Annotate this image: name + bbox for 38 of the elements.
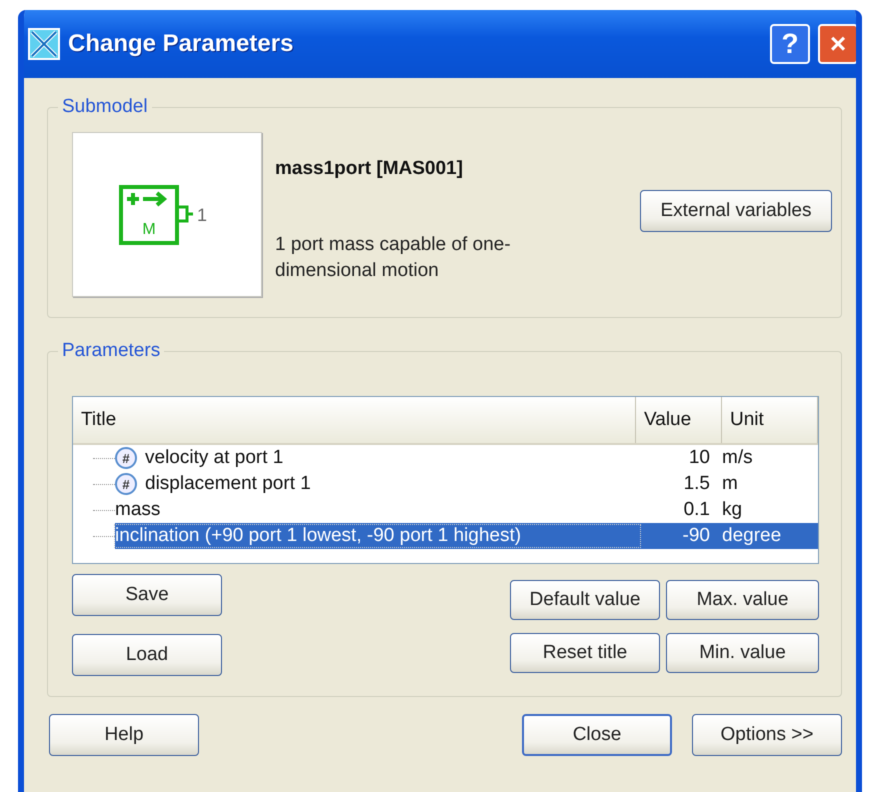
parameter-action-button[interactable]: Min. value	[666, 632, 819, 672]
group-legend: Parameters	[58, 340, 164, 362]
parameter-unit: degree	[721, 525, 782, 547]
parameter-action-button[interactable]: Reset title	[510, 632, 660, 672]
parameter-row[interactable]: # velocity at port 1 10 m/s	[73, 445, 818, 471]
parameter-row[interactable]: # displacement port 1 1.5 m	[73, 471, 818, 497]
parameter-action-button[interactable]: Max. value	[666, 580, 819, 620]
external-variables-button[interactable]: External variables	[640, 190, 832, 232]
load-button[interactable]: Load	[72, 634, 222, 676]
options-button[interactable]: Options >>	[692, 714, 842, 756]
window-title: Change Parameters	[68, 30, 294, 58]
parameter-title: mass	[115, 499, 162, 521]
parameter-row[interactable]: mass 0.1 kg	[73, 497, 818, 523]
close-button[interactable]: Close	[522, 714, 672, 756]
parameter-unit: kg	[721, 499, 744, 521]
state-badge: #	[115, 473, 137, 495]
group-legend: Submodel	[58, 96, 152, 118]
app-icon	[28, 28, 60, 60]
submodel-description: 1 port mass capable of one-dimensional motion	[275, 233, 512, 283]
parameter-value: 1.5	[682, 473, 711, 495]
state-badge: #	[115, 447, 137, 469]
parameter-value: -90	[682, 525, 711, 547]
save-button[interactable]: Save	[72, 574, 222, 616]
column-header[interactable]: Unit	[722, 397, 818, 443]
parameter-action-button[interactable]: Default value	[510, 580, 660, 620]
column-header[interactable]: Value	[636, 397, 722, 443]
close-title-button[interactable]: ×	[818, 24, 856, 64]
help-title-button[interactable]: ?	[770, 24, 810, 64]
parameter-title: velocity at port 1	[145, 447, 284, 469]
submodel-name: mass1port [MAS001]	[275, 158, 464, 180]
column-header[interactable]: Title	[73, 397, 636, 443]
parameter-value: 10	[688, 447, 711, 469]
parameter-unit: m/s	[721, 447, 754, 469]
help-button[interactable]: Help	[49, 714, 199, 756]
parameter-title: inclination (+90 port 1 lowest, -90 port 1 highest)	[115, 525, 640, 547]
parameter-title: displacement port 1	[145, 473, 312, 495]
parameter-unit: m	[721, 473, 739, 495]
parameter-value: 0.1	[682, 499, 711, 521]
